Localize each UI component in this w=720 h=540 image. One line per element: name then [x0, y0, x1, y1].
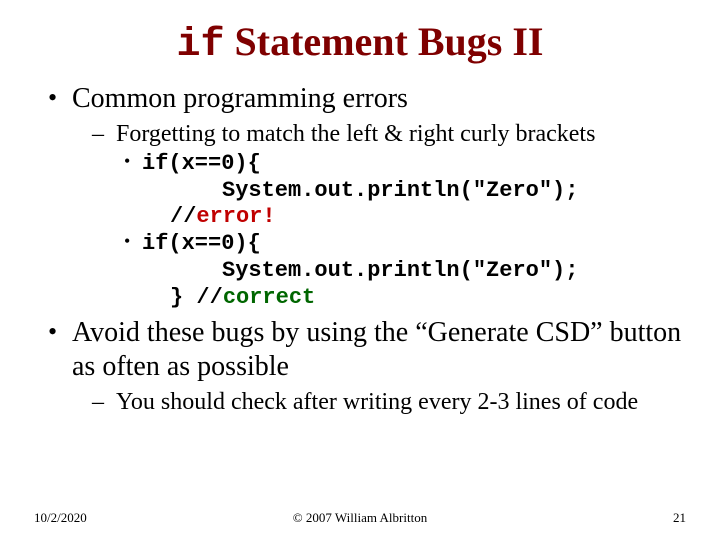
bullet-list: Common programming errors Forgetting to … — [34, 82, 686, 417]
code-example: if(x==0){ System.out.println("Zero"); //… — [142, 151, 686, 312]
slide-footer: 10/2/2020 © 2007 William Albritton 21 — [34, 510, 686, 526]
code-line-5: System.out.println("Zero"); — [142, 258, 686, 285]
bullet-2-text: Avoid these bugs by using the “Generate … — [72, 317, 681, 383]
bullet-2-sub1: You should check after writing every 2-3… — [92, 387, 686, 417]
footer-copyright: © 2007 William Albritton — [34, 510, 686, 526]
bullet-1-sub1: Forgetting to match the left & right cur… — [92, 119, 686, 312]
title-code: if — [177, 23, 225, 68]
title-rest: Statement Bugs II — [225, 19, 544, 64]
bullet-1-text: Common programming errors — [72, 83, 408, 114]
bullet-2-sublist: You should check after writing every 2-3… — [72, 387, 686, 417]
code-line-2: System.out.println("Zero"); — [142, 178, 686, 205]
bullet-1-sublist: Forgetting to match the left & right cur… — [72, 119, 686, 312]
slide-title: if Statement Bugs II — [34, 18, 686, 68]
error-label: error! — [196, 204, 275, 229]
correct-label: correct — [223, 285, 315, 310]
bullet-2-sub1-text: You should check after writing every 2-3… — [116, 389, 638, 415]
code-line-1: if(x==0){ — [142, 151, 686, 178]
code-line-4: if(x==0){ — [142, 231, 686, 258]
code-line-6: } //correct — [142, 285, 686, 312]
bullet-1-sub1-text: Forgetting to match the left & right cur… — [116, 121, 595, 147]
code-line-3: //error! — [142, 204, 686, 231]
bullet-1: Common programming errors Forgetting to … — [42, 82, 686, 312]
bullet-2: Avoid these bugs by using the “Generate … — [42, 316, 686, 417]
